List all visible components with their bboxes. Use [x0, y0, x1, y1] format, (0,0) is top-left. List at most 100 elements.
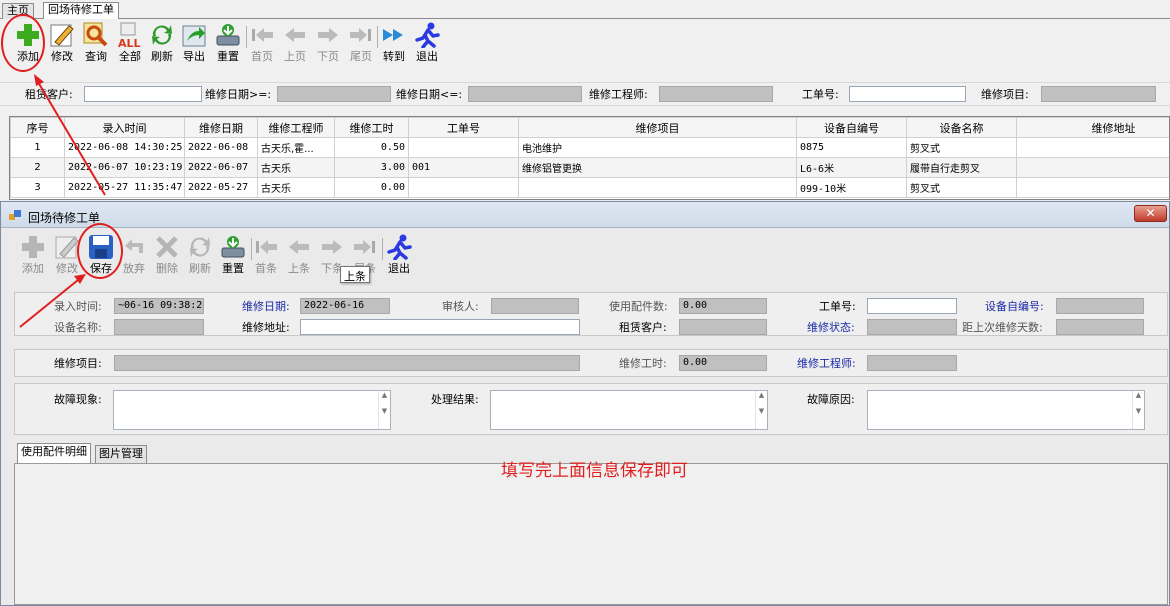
col-header[interactable]: 序号 [10, 117, 65, 138]
entry-time-field[interactable]: ~06-16 09:38:28 [114, 298, 204, 314]
col-header[interactable]: 维修项目 [518, 117, 797, 138]
dlg-delete-button[interactable]: 删除 [150, 234, 184, 282]
device-name-field[interactable] [114, 319, 204, 335]
order-no-filter-input[interactable] [849, 86, 966, 102]
table-row[interactable]: 2 2022-06-07 10:23:19 2022-06-07 古天乐 3.0… [10, 157, 1169, 178]
next-page-button[interactable]: 下页 [311, 22, 345, 70]
repair-item-filter-input[interactable] [1041, 86, 1156, 102]
last-page-button[interactable]: 尾页 [344, 22, 378, 70]
engineer-label: 维修工程师: [797, 357, 856, 370]
engineer-filter-label: 维修工程师: [589, 88, 648, 101]
col-header[interactable]: 维修工时 [334, 117, 409, 138]
dlg-refresh-button[interactable]: 刷新 [183, 234, 217, 282]
repair-status-label: 维修状态: [807, 321, 855, 334]
col-header[interactable]: 设备自编号 [796, 117, 907, 138]
undo-icon [121, 234, 147, 260]
exit-button[interactable]: 退出 [410, 22, 444, 70]
arrow-right-icon [319, 234, 345, 260]
goto-icon [381, 22, 407, 48]
running-man-icon [386, 234, 412, 261]
tab-image-management[interactable]: 图片管理 [95, 445, 147, 463]
table-row[interactable]: 3 2022-05-27 11:35:47 2022-05-27 古天乐 0.0… [10, 177, 1169, 198]
engineer-field[interactable] [867, 355, 957, 371]
plus-icon [20, 234, 46, 260]
repair-address-label: 维修地址: [242, 321, 290, 334]
days-since-label: 距上次维修天数: [962, 321, 1043, 334]
tab-repair-orders[interactable]: 回场待修工单 [43, 2, 119, 19]
reset-button[interactable]: 重置 [211, 22, 245, 70]
all-button[interactable]: ALL 全部 [113, 22, 147, 70]
export-button[interactable]: 导出 [177, 22, 211, 70]
days-since-field[interactable] [1056, 319, 1144, 335]
reviewer-label: 审核人: [442, 300, 479, 313]
repair-order-grid[interactable]: 序号 录入时间 维修日期 维修工程师 维修工时 工单号 维修项目 设备自编号 设… [9, 116, 1170, 200]
col-header[interactable]: 维修地址 [1016, 117, 1169, 138]
result-textarea[interactable]: ▲ ▼ [490, 390, 768, 430]
order-no-filter-label: 工单号: [802, 88, 839, 101]
goto-button[interactable]: 转到 [377, 22, 411, 70]
repair-date-field[interactable]: 2022-06-16 [300, 298, 390, 314]
scrollbar[interactable]: ▲ ▼ [755, 391, 767, 429]
dlg-first-button[interactable]: 首条 [249, 234, 283, 282]
refresh-button[interactable]: 刷新 [145, 22, 179, 70]
table-row[interactable]: 1 2022-06-08 14:30:25 2022-06-08 古天乐,霍..… [10, 137, 1169, 158]
col-header[interactable]: 工单号 [408, 117, 519, 138]
fault-textarea[interactable]: ▲ ▼ [113, 390, 391, 430]
col-header[interactable]: 设备名称 [906, 117, 1017, 138]
customer-filter-label: 租赁客户: [25, 88, 73, 101]
main-toolbar: 添加 修改 查询 ALL 全部 刷新 导出 重置 首页 上页 下页 尾页 转到 … [0, 22, 1170, 72]
repair-date-label: 维修日期: [242, 300, 290, 313]
running-man-icon [414, 22, 440, 49]
reviewer-field[interactable] [491, 298, 579, 314]
order-no-field[interactable] [867, 298, 957, 314]
all-icon: ALL [117, 22, 143, 50]
device-name-label: 设备名称: [54, 321, 102, 334]
reset-icon [220, 234, 246, 260]
dlg-prev-button[interactable]: 上条 [282, 234, 316, 282]
dlg-reset-button[interactable]: 重置 [216, 234, 250, 282]
repair-item-label: 维修项目: [54, 357, 102, 370]
scrollbar[interactable]: ▲ ▼ [1132, 391, 1144, 429]
repair-order-dialog: 回场待修工单 ✕ 添加 修改 保存 放弃 删除 刷新 重置 首条 上条 下条 退… [0, 201, 1170, 606]
form-panel-item: 维修项目: 维修工时: 0.00 维修工程师: [14, 349, 1168, 377]
refresh-icon [187, 234, 213, 260]
customer-label: 租赁客户: [619, 321, 667, 334]
customer-field[interactable] [679, 319, 767, 335]
export-icon [181, 22, 207, 48]
cause-textarea[interactable]: ▲ ▼ [867, 390, 1145, 430]
edit-button[interactable]: 修改 [45, 22, 79, 70]
col-header[interactable]: 维修工程师 [257, 117, 335, 138]
repair-hours-label: 维修工时: [619, 357, 667, 370]
last-page-icon [348, 22, 374, 48]
close-button[interactable]: ✕ [1134, 205, 1167, 222]
customer-filter-input[interactable] [84, 86, 202, 102]
first-page-button[interactable]: 首页 [245, 22, 279, 70]
date-to-label: 维修日期<=: [396, 88, 463, 101]
date-from-label: 维修日期>=: [205, 88, 272, 101]
device-code-label: 设备自编号: [985, 300, 1044, 313]
first-page-icon [249, 22, 275, 48]
col-header[interactable]: 录入时间 [64, 117, 185, 138]
tab-parts-detail[interactable]: 使用配件明细 [17, 443, 91, 463]
prev-page-button[interactable]: 上页 [278, 22, 312, 70]
repair-hours-field[interactable]: 0.00 [679, 355, 767, 371]
device-code-field[interactable] [1056, 298, 1144, 314]
dlg-exit-button[interactable]: 退出 [382, 234, 416, 282]
repair-status-field[interactable] [867, 319, 957, 335]
repair-address-field[interactable] [300, 319, 580, 335]
engineer-filter-input[interactable] [659, 86, 773, 102]
date-to-input[interactable] [468, 86, 582, 102]
dialog-toolbar: 添加 修改 保存 放弃 删除 刷新 重置 首条 上条 下条 退出 上条 [1, 234, 1169, 284]
dlg-add-button[interactable]: 添加 [16, 234, 50, 282]
parts-count-field[interactable]: 0.00 [679, 298, 767, 314]
annotation-text: 填写完上面信息保存即可 [501, 461, 688, 481]
refresh-icon [149, 22, 175, 48]
date-from-input[interactable] [277, 86, 391, 102]
highlight-circle-save [77, 223, 123, 279]
fault-label: 故障现象: [54, 393, 102, 406]
tab-content-panel [14, 463, 1168, 605]
query-button[interactable]: 查询 [79, 22, 113, 70]
repair-item-field[interactable] [114, 355, 580, 371]
col-header[interactable]: 维修日期 [184, 117, 258, 138]
scrollbar[interactable]: ▲ ▼ [378, 391, 390, 429]
